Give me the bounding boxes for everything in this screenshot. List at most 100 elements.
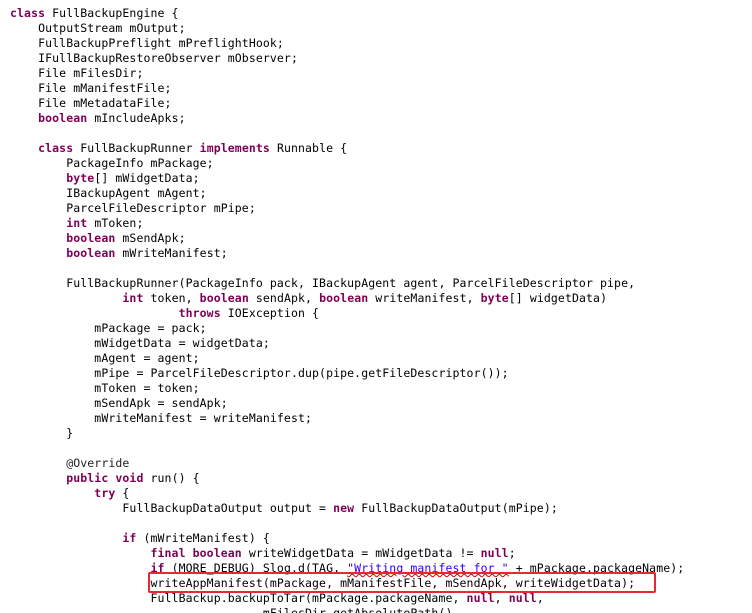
code-line[interactable]: FullBackupPreflight mPreflightHook; (0, 36, 752, 51)
code-token-plain: (mWriteManifest) { (143, 531, 270, 545)
code-token-plain: { (122, 486, 130, 500)
code-token-kw: boolean (66, 231, 123, 245)
code-line[interactable]: FullBackupRunner(PackageInfo pack, IBack… (0, 276, 752, 291)
code-token-plain: FullBackupRunner(PackageInfo pack, IBack… (66, 276, 636, 290)
code-line[interactable]: writeAppManifest(mPackage, mManifestFile… (0, 576, 752, 591)
code-token-kw: class (10, 6, 53, 20)
code-token-plain: mWriteManifest = writeManifest; (94, 411, 313, 425)
code-editor-viewport[interactable]: class FullBackupEngine { OutputStream mO… (0, 0, 752, 613)
code-token-plain: [] widgetData) (508, 291, 608, 305)
code-line[interactable]: final boolean writeWidgetData = mWidgetD… (0, 546, 752, 561)
code-line-blank[interactable] (0, 126, 752, 141)
code-line[interactable]: int token, boolean sendApk, boolean writ… (0, 291, 752, 306)
code-token-plain: writeWidgetData = mWidgetData != (248, 546, 481, 560)
code-line[interactable]: mPipe = ParcelFileDescriptor.dup(pipe.ge… (0, 366, 752, 381)
code-line[interactable]: mToken = token; (0, 381, 752, 396)
code-line[interactable]: throws IOException { (0, 306, 752, 321)
code-line[interactable]: if (MORE_DEBUG) Slog.d(TAG, "Writing man… (0, 561, 752, 576)
code-line[interactable]: File mManifestFile; (0, 81, 752, 96)
code-line[interactable]: OutputStream mOutput; (0, 21, 752, 36)
code-token-kw: int (122, 291, 151, 305)
code-line[interactable]: byte[] mWidgetData; (0, 171, 752, 186)
code-token-plain: writeManifest, (375, 291, 481, 305)
code-token-plain: mSendApk; (122, 231, 186, 245)
source-code-listing[interactable]: class FullBackupEngine { OutputStream mO… (0, 6, 752, 613)
code-token-kw: final boolean (150, 546, 249, 560)
code-token-kw: if (122, 531, 144, 545)
code-line[interactable]: IBackupAgent mAgent; (0, 186, 752, 201)
code-token-kw: boolean (319, 291, 376, 305)
code-token-plain: mPackage = pack; (94, 321, 207, 335)
code-line[interactable]: FullBackup.backupToTar(mPackage.packageN… (0, 591, 752, 606)
code-line[interactable]: mWidgetData = widgetData; (0, 336, 752, 351)
code-token-plain: } (66, 426, 74, 440)
code-line[interactable]: File mMetadataFile; (0, 96, 752, 111)
code-token-plain: (MORE_DEBUG) Slog.d(TAG, (171, 561, 348, 575)
code-line[interactable]: int mToken; (0, 216, 752, 231)
code-token-kw: boolean (38, 111, 95, 125)
code-line-blank[interactable] (0, 261, 752, 276)
code-line[interactable]: mWriteManifest = writeManifest; (0, 411, 752, 426)
code-token-plain: mToken; (94, 216, 144, 230)
code-token-plain: FullBackup.backupToTar(mPackage.packageN… (150, 591, 467, 605)
code-token-plain: mPipe = ParcelFileDescriptor.dup(pipe.ge… (94, 366, 509, 380)
code-token-plain: [] mWidgetData; (94, 171, 200, 185)
code-token-plain: mSendApk = sendApk; (94, 396, 228, 410)
code-line-blank[interactable] (0, 441, 752, 456)
code-line[interactable]: ParcelFileDescriptor mPipe; (0, 201, 752, 216)
code-line[interactable]: public void run() { (0, 471, 752, 486)
code-token-kw: throws (178, 306, 228, 320)
code-token-kw: int (66, 216, 95, 230)
code-line[interactable]: if (mWriteManifest) { (0, 531, 752, 546)
code-line[interactable]: @Override (0, 456, 752, 471)
code-line[interactable]: mPackage = pack; (0, 321, 752, 336)
code-line[interactable]: } (0, 426, 752, 441)
code-line[interactable]: mFilesDir.getAbsolutePath(), (0, 606, 752, 613)
code-token-plain: writeAppManifest(mPackage, mManifestFile… (150, 576, 636, 590)
code-line[interactable]: File mFilesDir; (0, 66, 752, 81)
code-token-plain: mWriteManifest; (122, 246, 228, 260)
code-line[interactable]: class FullBackupRunner implements Runnab… (0, 141, 752, 156)
code-line[interactable]: boolean mWriteManifest; (0, 246, 752, 261)
code-token-kw: if (150, 561, 172, 575)
code-token-plain: File mManifestFile; (38, 81, 172, 95)
code-token-kw: null (466, 591, 495, 605)
code-line[interactable]: try { (0, 486, 752, 501)
code-line[interactable]: class FullBackupEngine { (0, 6, 752, 21)
code-line[interactable]: PackageInfo mPackage; (0, 156, 752, 171)
code-line[interactable]: FullBackupDataOutput output = new FullBa… (0, 501, 752, 516)
code-token-plain: FullBackupEngine { (52, 6, 179, 20)
code-token-plain: sendApk, (255, 291, 320, 305)
code-line-blank[interactable] (0, 516, 752, 531)
code-line[interactable]: mSendApk = sendApk; (0, 396, 752, 411)
code-line[interactable]: mAgent = agent; (0, 351, 752, 366)
code-token-plain: mAgent = agent; (94, 351, 200, 365)
code-token-plain: FullBackupDataOutput(mPipe); (361, 501, 558, 515)
code-token-plain: + mPackage.packageName); (508, 561, 685, 575)
code-line[interactable]: IFullBackupRestoreObserver mObserver; (0, 51, 752, 66)
code-line[interactable]: boolean mSendApk; (0, 231, 752, 246)
code-token-plain: File mFilesDir; (38, 66, 144, 80)
code-line[interactable]: boolean mIncludeApks; (0, 111, 752, 126)
code-token-str-warn: "Writing manifest for " (347, 561, 509, 575)
code-token-plain: , (494, 591, 509, 605)
